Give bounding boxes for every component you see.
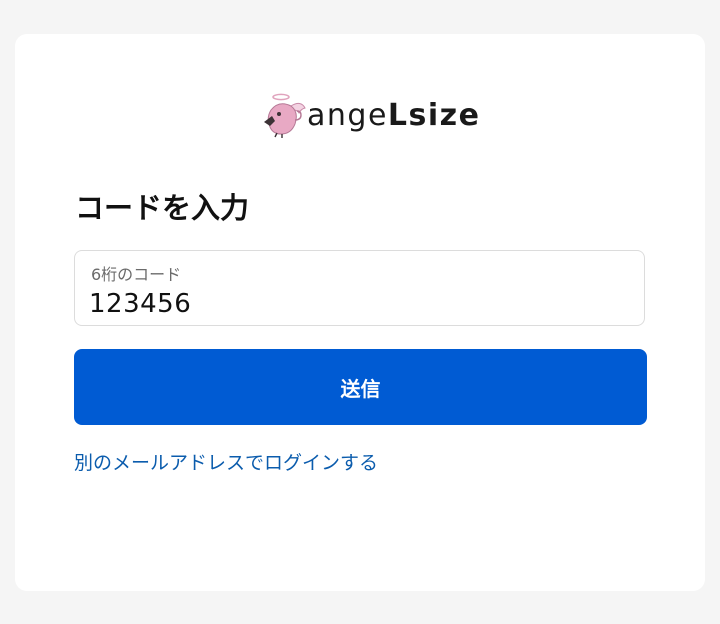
- code-input[interactable]: [89, 288, 629, 320]
- brand-wordmark-part2: Lsize: [387, 98, 481, 133]
- brand-logo: angeLsize: [261, 92, 480, 140]
- code-field-label: 6桁のコード: [91, 265, 182, 284]
- page-title: コードを入力: [75, 191, 250, 225]
- angel-bird-mascot-icon: [264, 93, 306, 138]
- brand-wordmark: angeLsize: [307, 92, 480, 140]
- submit-button[interactable]: 送信: [74, 349, 647, 425]
- alternate-email-login-link[interactable]: 別のメールアドレスでログインする: [74, 450, 378, 476]
- code-field[interactable]: 6桁のコード: [74, 250, 645, 326]
- brand-wordmark-part1: ange: [307, 98, 388, 133]
- login-card: angeLsize コードを入力 6桁のコード 送信 別のメールアドレスでログイ…: [15, 34, 705, 591]
